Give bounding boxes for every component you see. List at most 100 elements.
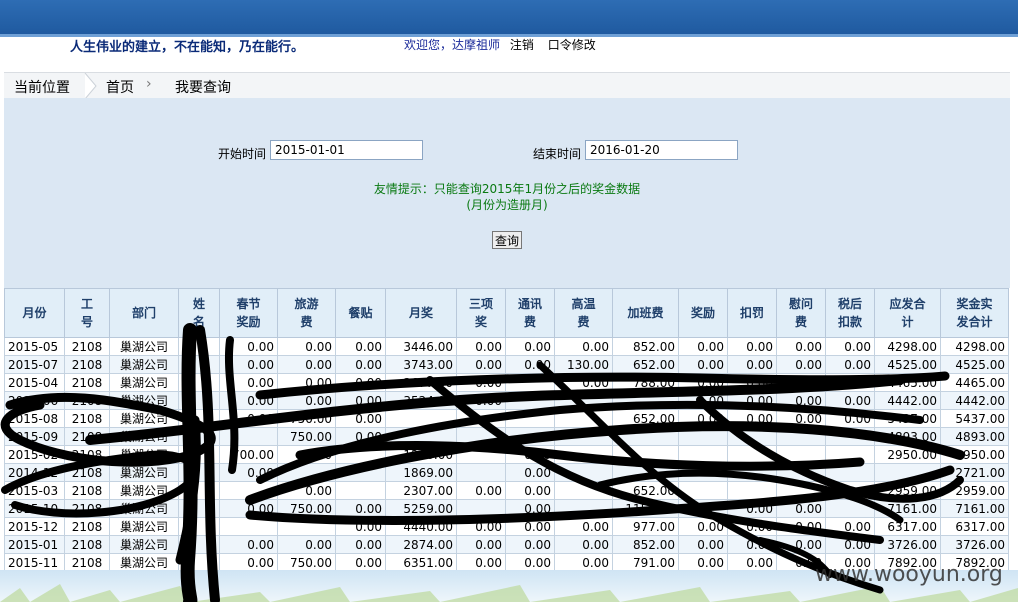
table-cell	[612, 427, 679, 446]
table-cell: 1869.00	[385, 463, 457, 482]
table-cell: 0.00	[219, 355, 278, 374]
table-cell	[178, 499, 220, 518]
table-cell: 0.00	[219, 553, 278, 572]
table-cell: 0.00	[335, 355, 386, 374]
table-cell: 2874.00	[385, 535, 457, 554]
table-cell	[612, 463, 679, 482]
table-cell: 0.00	[335, 499, 386, 518]
table-row: 2015-10 2108 巢湖公司 0.00 750.00 0.00 5259.00 0.00…	[4, 499, 1009, 518]
table-cell: 0.00	[456, 553, 506, 572]
table-cell: 750.00	[277, 553, 336, 572]
table-cell: 2959.00	[874, 481, 941, 500]
table-cell: 0.00	[505, 481, 555, 500]
column-header: 月奖	[385, 288, 457, 338]
table-cell: 2014-12	[4, 463, 65, 482]
table-cell: 0.00	[505, 517, 555, 536]
logout-link[interactable]: 注销	[510, 38, 534, 52]
table-cell: 0.00	[505, 337, 555, 356]
table-row: 2015-03 2108 巢湖公司 0.00 2307.00 0.00 0.00 652.00…	[4, 481, 1009, 500]
table-cell: 4525.00	[874, 355, 941, 374]
slogan: 人生伟业的建立，不在能知，乃在能行。	[70, 40, 305, 55]
table-cell: 0.00	[678, 391, 728, 410]
table-cell: 0.00	[219, 337, 278, 356]
table-cell: 1152.00	[612, 499, 679, 518]
watermark: www.wooyun.org	[815, 562, 1003, 587]
table-cell: 0.00	[505, 463, 555, 482]
table-cell	[727, 427, 777, 446]
table-cell: 0.00	[335, 535, 386, 554]
table-cell	[825, 445, 875, 464]
table-cell: 0.00	[825, 517, 875, 536]
table-cell	[505, 427, 555, 446]
table-cell	[178, 391, 220, 410]
column-header: 餐贴	[335, 288, 386, 338]
table-cell: 2015-03	[4, 481, 65, 500]
table-cell: 2015-02	[4, 445, 65, 464]
table-cell: 2108	[64, 499, 110, 518]
table-row: 2015-02 2108 巢湖公司 700.00 0.00 1290.00 0.00 2950…	[4, 445, 1009, 464]
table-cell: 0.00	[277, 391, 336, 410]
table-cell: 4893.00	[874, 427, 941, 446]
query-button[interactable]: 查询	[492, 231, 522, 249]
table-cell: 750.00	[277, 409, 336, 428]
table-cell: 852.00	[612, 535, 679, 554]
table-cell: 0.00	[825, 391, 875, 410]
table-cell: 0.00	[554, 517, 613, 536]
end-time-label: 结束时间	[533, 147, 582, 161]
table-cell: 巢湖公司	[109, 463, 179, 482]
table-cell	[678, 427, 728, 446]
table-cell: 4442.00	[874, 391, 941, 410]
table-cell: 0.00	[678, 535, 728, 554]
table-cell: 4298.00	[940, 337, 1009, 356]
start-time-label: 开始时间	[218, 147, 267, 161]
table-cell: 788.00	[612, 373, 679, 392]
table-cell: 0.00	[505, 355, 555, 374]
end-time-input[interactable]	[585, 140, 738, 160]
table-cell: 6351.00	[385, 553, 457, 572]
table-cell	[825, 481, 875, 500]
table-cell: 0.00	[776, 535, 826, 554]
table-cell: 0.00	[727, 517, 777, 536]
table-cell	[219, 427, 278, 446]
table-cell: 652.00	[612, 409, 679, 428]
table-cell: 0.00	[505, 553, 555, 572]
table-cell: 130.00	[554, 355, 613, 374]
breadcrumb-home-link[interactable]: 首页	[106, 77, 134, 97]
table-cell	[554, 427, 613, 446]
column-header: 部门	[109, 288, 179, 338]
table-cell: 0.00	[277, 373, 336, 392]
column-header: 应发合计	[874, 288, 941, 338]
table-cell: 2015-04	[4, 373, 65, 392]
table-cell: 0.00	[678, 517, 728, 536]
tip-subtext: (月份为造册月)	[466, 198, 548, 212]
table-cell	[727, 481, 777, 500]
table-cell: 0.00	[776, 337, 826, 356]
column-header: 奖金实 发合计	[940, 288, 1009, 338]
table-cell: 2015-11	[4, 553, 65, 572]
change-password-link[interactable]: 口令修改	[548, 38, 596, 52]
table-cell: 0.00	[277, 481, 336, 500]
table-cell: 0.00	[776, 355, 826, 374]
table-cell: 7161.00	[874, 499, 941, 518]
table-cell: 4298.00	[874, 337, 941, 356]
table-cell: 0.00	[456, 535, 506, 554]
table-cell	[678, 463, 728, 482]
column-header: 扣罚	[727, 288, 777, 338]
start-time-input[interactable]	[270, 140, 423, 160]
table-cell: 0.00	[776, 391, 826, 410]
table-cell: 0.00	[727, 553, 777, 572]
table-cell	[178, 355, 220, 374]
table-cell	[727, 463, 777, 482]
table-cell: 5259.00	[385, 499, 457, 518]
table-cell	[456, 463, 506, 482]
table-cell: 0.00	[219, 499, 278, 518]
table-cell: 700.00	[219, 445, 278, 464]
table-cell: 巢湖公司	[109, 535, 179, 554]
table-cell: 0.00	[456, 355, 506, 374]
table-cell: 0.00	[825, 409, 875, 428]
table-cell	[277, 517, 336, 536]
table-cell	[178, 535, 220, 554]
table-cell: 4440.00	[385, 517, 457, 536]
table-cell: 2108	[64, 427, 110, 446]
query-panel: 开始时间 结束时间 友情提示：只能查询2015年1月份之后的奖金数据 (月份为造…	[4, 98, 1010, 288]
